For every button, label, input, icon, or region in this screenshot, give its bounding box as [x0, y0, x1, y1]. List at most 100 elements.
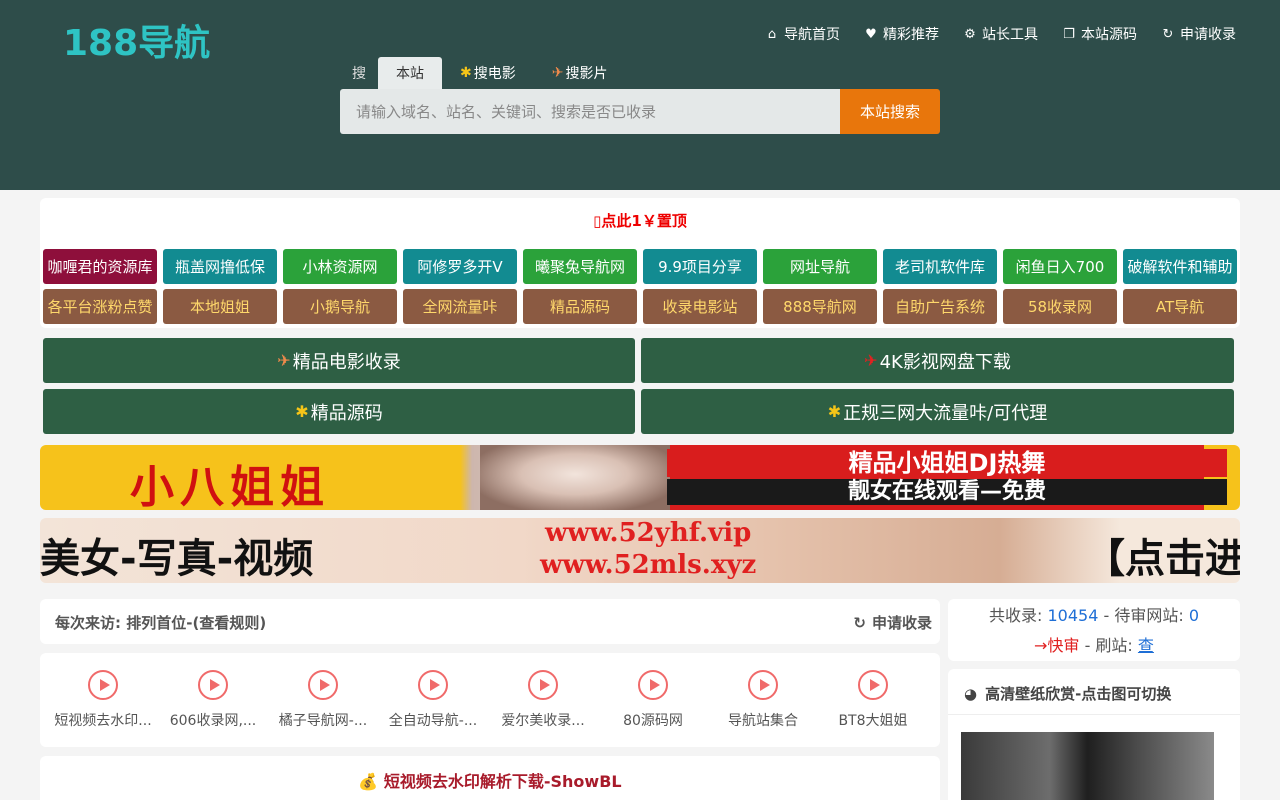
promo-grid: 咖喱君的资源库 瓶盖网撸低保 小林资源网 阿修罗多开V 曦聚兔导航网 9.9项目分享 网址导… [43, 249, 1237, 324]
tab-movie[interactable]: ✱ 搜电影 [442, 57, 534, 89]
star-icon: ✱ [460, 65, 472, 81]
refresh-icon: ↻ [1162, 26, 1174, 42]
wallpaper-title-text: 高清壁纸欣赏-点击图可切换 [985, 685, 1172, 703]
site-item[interactable]: 爱尔美收录... [493, 670, 593, 730]
play-icon [308, 670, 338, 700]
banner-dj[interactable]: 小八姐姐 精品小姐姐DJ热舞 靓女在线观看—免费 [40, 445, 1240, 510]
search-input[interactable] [340, 89, 840, 134]
site-item[interactable]: 橘子导航网-... [273, 670, 373, 730]
tab-film[interactable]: ✈ 搜影片 [534, 57, 626, 89]
nav-recommend[interactable]: ♥ 精彩推荐 [864, 24, 939, 44]
promo-link[interactable]: 收录电影站 [643, 289, 757, 324]
site-item[interactable]: 导航站集合 [713, 670, 813, 730]
article-card: 💰 短视频去水印解析下载-ShowBL [40, 756, 940, 800]
brush-label: - 刷站: [1084, 636, 1133, 655]
feature-traffic-button[interactable]: ✱ 正规三网大流量咔/可代理 [641, 389, 1234, 434]
site-name: 短视频去水印... [54, 713, 152, 729]
nav-label: 精彩推荐 [883, 27, 939, 43]
refresh-icon: ↻ [853, 613, 866, 632]
promo-link[interactable]: 曦聚兔导航网 [523, 249, 637, 284]
nav-label: 本站源码 [1081, 27, 1137, 43]
pin-icon: ✈ [277, 351, 291, 370]
tab-label: 搜影片 [565, 66, 608, 82]
fast-review-link[interactable]: →快审 [1034, 636, 1079, 655]
banner-photo[interactable]: 美女-写真-视频 www.52yhf.vip www.52mls.xyz 【点击… [40, 518, 1240, 583]
site-name: 橘子导航网-... [278, 713, 368, 729]
banner-right-top-text: 精品小姐姐DJ热舞 [667, 449, 1227, 477]
apply-link[interactable]: ↻ 申请收录 [853, 612, 932, 633]
promo-title-text: 点此1￥置顶 [601, 212, 687, 230]
site-item[interactable]: 606收录网,... [163, 670, 263, 730]
promo-link[interactable]: 888导航网 [763, 289, 877, 324]
pending-label: - 待审网站: [1103, 606, 1184, 625]
coins-icon: 💰 [358, 772, 379, 791]
nav-home[interactable]: ⌂ 导航首页 [765, 24, 840, 44]
promo-title[interactable]: ▯点此1￥置顶 [40, 210, 1240, 231]
site-name: 全自动导航-... [388, 713, 478, 729]
banner-url-2: www.52mls.xyz [540, 550, 757, 580]
site-logo[interactable]: 188导航 [63, 14, 210, 66]
site-name: 爱尔美收录... [501, 713, 585, 729]
promo-card: ▯点此1￥置顶 咖喱君的资源库 瓶盖网撸低保 小林资源网 阿修罗多开V 曦聚兔导航网 9.… [40, 198, 1240, 328]
nav-apply[interactable]: ↻ 申请收录 [1161, 24, 1236, 44]
banner-left-text: 小八姐姐 [130, 462, 330, 510]
nav-tools[interactable]: ⚙ 站长工具 [963, 24, 1038, 44]
gears-icon: ⚙ [964, 26, 976, 42]
visit-text: 每次来访: 排列首位-(查看规则) [55, 612, 266, 633]
pin-icon: ✈ [864, 351, 878, 370]
promo-link[interactable]: 58收录网 [1003, 289, 1117, 324]
site-item[interactable]: 短视频去水印... [53, 670, 153, 730]
play-icon [418, 670, 448, 700]
promo-link[interactable]: 破解软件和辅助 [1123, 249, 1237, 284]
promo-link[interactable]: 精品源码 [523, 289, 637, 324]
promo-link[interactable]: 老司机软件库 [883, 249, 997, 284]
promo-link[interactable]: 各平台涨粉点赞 [43, 289, 157, 324]
feature-label: 精品源码 [310, 402, 383, 424]
feature-movie-button[interactable]: ✈ 精品电影收录 [43, 338, 635, 383]
wallpaper-card: ◕ 高清壁纸欣赏-点击图可切换 [948, 669, 1240, 800]
search-tabs: 搜 本站 ✱ 搜电影 ✈ 搜影片 [340, 57, 625, 89]
tab-label: 本站 [396, 66, 424, 82]
search-button[interactable]: 本站搜索 [840, 89, 940, 134]
star-icon: ✱ [295, 402, 309, 421]
site-item[interactable]: 全自动导航-... [383, 670, 483, 730]
feature-4k-button[interactable]: ✈ 4K影视网盘下载 [641, 338, 1234, 383]
promo-link[interactable]: 网址导航 [763, 249, 877, 284]
heart-icon: ♥ [865, 26, 877, 42]
nav-source[interactable]: ❐ 本站源码 [1062, 24, 1137, 44]
site-item[interactable]: 80源码网 [603, 670, 703, 730]
promo-link[interactable]: 本地姐姐 [163, 289, 277, 324]
promo-link[interactable]: 瓶盖网撸低保 [163, 249, 277, 284]
play-icon [528, 670, 558, 700]
play-icon [198, 670, 228, 700]
search-box: 本站搜索 [340, 89, 940, 134]
star-icon: ✱ [827, 402, 842, 421]
promo-link[interactable]: 9.9项目分享 [643, 249, 757, 284]
play-icon [748, 670, 778, 700]
search-lead-label: 搜 [352, 66, 366, 82]
check-link[interactable]: 查 [1138, 636, 1154, 655]
nav-label: 站长工具 [982, 27, 1038, 43]
wallpaper-image[interactable] [961, 732, 1214, 800]
promo-link[interactable]: AT导航 [1123, 289, 1237, 324]
banner-url-1: www.52yhf.vip [545, 518, 752, 548]
tab-site[interactable]: 本站 [378, 57, 442, 89]
header: 188导航 ⌂ 导航首页 ♥ 精彩推荐 ⚙ 站长工具 ❐ 本站源码 ↻ 申请收录… [0, 0, 1280, 190]
feature-source-button[interactable]: ✱ 精品源码 [43, 389, 635, 434]
article-title[interactable]: 💰 短视频去水印解析下载-ShowBL [40, 768, 940, 792]
promo-link[interactable]: 小鹅导航 [283, 289, 397, 324]
promo-link[interactable]: 自助广告系统 [883, 289, 997, 324]
promo-link[interactable]: 咖喱君的资源库 [43, 249, 157, 284]
site-name: 导航站集合 [728, 713, 798, 729]
feature-buttons: ✈ 精品电影收录 ✈ 4K影视网盘下载 ✱ 精品源码 ✱ 正规三网大流量咔/可代理 [43, 338, 1234, 434]
promo-link[interactable]: 闲鱼日入700 [1003, 249, 1117, 284]
site-name: 606收录网,... [169, 713, 257, 729]
play-icon [638, 670, 668, 700]
site-item[interactable]: BT8大姐姐 [823, 670, 923, 730]
banner-left-text: 美女-写真-视频 [40, 536, 314, 582]
promo-link[interactable]: 小林资源网 [283, 249, 397, 284]
promo-link[interactable]: 全网流量咔 [403, 289, 517, 324]
visit-rule-link[interactable]: 排列首位-(查看规则) [126, 614, 266, 632]
stats-line-1: 共收录: 10454 - 待审网站: 0 [948, 602, 1240, 626]
promo-link[interactable]: 阿修罗多开V [403, 249, 517, 284]
